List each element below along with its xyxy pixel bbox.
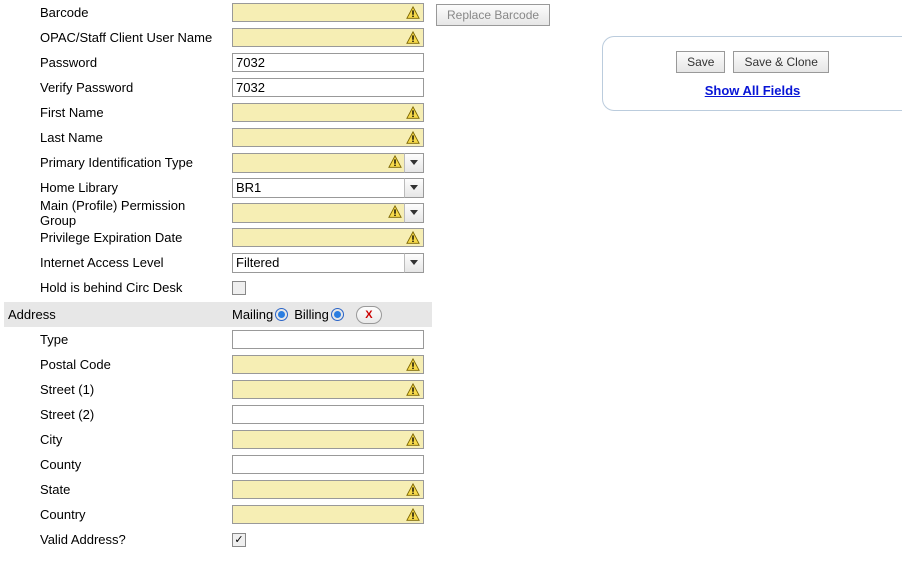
addr-street1-label: Street (1) (40, 382, 232, 397)
verify-password-label: Verify Password (40, 80, 232, 95)
perm-group-select[interactable] (232, 203, 424, 223)
chevron-down-icon[interactable] (404, 178, 424, 198)
billing-radio[interactable] (331, 308, 344, 321)
addr-county-input[interactable] (232, 455, 424, 474)
replace-barcode-button[interactable]: Replace Barcode (436, 4, 550, 26)
addr-valid-checkbox[interactable]: ✓ (232, 533, 246, 547)
home-library-select[interactable] (232, 178, 424, 198)
chevron-down-icon[interactable] (404, 203, 424, 223)
opac-user-label: OPAC/Staff Client User Name (40, 30, 232, 45)
addr-street2-label: Street (2) (40, 407, 232, 422)
mailing-radio[interactable] (275, 308, 288, 321)
primary-id-label: Primary Identification Type (40, 155, 232, 170)
password-label: Password (40, 55, 232, 70)
address-section-header: Address Mailing Billing X (4, 302, 432, 327)
addr-city-label: City (40, 432, 232, 447)
hold-circ-label: Hold is behind Circ Desk (40, 280, 232, 295)
addr-type-input[interactable] (232, 330, 424, 349)
addr-county-label: County (40, 457, 232, 472)
addr-state-input[interactable] (232, 480, 424, 499)
password-input[interactable] (232, 53, 424, 72)
addr-postal-label: Postal Code (40, 357, 232, 372)
action-panel: Save Save & Clone Show All Fields (602, 36, 902, 111)
verify-password-input[interactable] (232, 78, 424, 97)
home-library-label: Home Library (40, 180, 232, 195)
hold-circ-checkbox[interactable] (232, 281, 246, 295)
first-name-input[interactable] (232, 103, 424, 122)
chevron-down-icon[interactable] (404, 253, 424, 273)
opac-user-input[interactable] (232, 28, 424, 47)
addr-city-input[interactable] (232, 430, 424, 449)
barcode-label: Barcode (40, 5, 232, 20)
save-clone-button[interactable]: Save & Clone (733, 51, 828, 73)
first-name-label: First Name (40, 105, 232, 120)
addr-valid-label: Valid Address? (40, 532, 232, 547)
priv-exp-input[interactable] (232, 228, 424, 247)
barcode-input[interactable] (232, 3, 424, 22)
mailing-label: Mailing (232, 307, 273, 322)
perm-group-label: Main (Profile) Permission Group (40, 198, 232, 228)
delete-address-button[interactable]: X (356, 306, 382, 324)
addr-postal-input[interactable] (232, 355, 424, 374)
addr-country-label: Country (40, 507, 232, 522)
addr-country-input[interactable] (232, 505, 424, 524)
addr-type-label: Type (40, 332, 232, 347)
address-section-label: Address (8, 307, 232, 322)
show-all-fields-link[interactable]: Show All Fields (705, 83, 801, 98)
internet-label: Internet Access Level (40, 255, 232, 270)
addr-street2-input[interactable] (232, 405, 424, 424)
last-name-label: Last Name (40, 130, 232, 145)
addr-state-label: State (40, 482, 232, 497)
billing-label: Billing (294, 307, 329, 322)
save-button[interactable]: Save (676, 51, 725, 73)
chevron-down-icon[interactable] (404, 153, 424, 173)
internet-select[interactable] (232, 253, 424, 273)
priv-exp-label: Privilege Expiration Date (40, 230, 232, 245)
primary-id-select[interactable] (232, 153, 424, 173)
addr-street1-input[interactable] (232, 380, 424, 399)
last-name-input[interactable] (232, 128, 424, 147)
